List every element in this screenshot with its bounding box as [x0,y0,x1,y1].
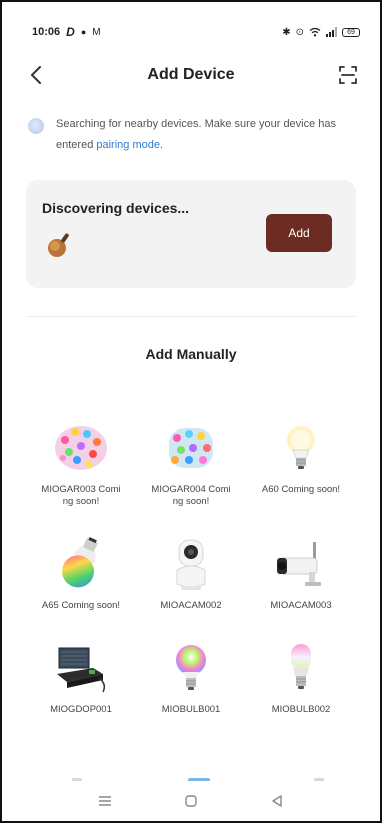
mail-icon: M [92,26,101,38]
indoor-camera-icon [176,539,206,590]
pairing-mode-link[interactable]: pairing mode [96,139,160,151]
back-triangle-icon [272,795,282,807]
string-lights-icon [55,426,107,470]
status-bar: 10:06 D ● M ✱ ⊙ 69 [32,22,360,42]
device-mioacam003[interactable]: MIOACAM003 [246,536,356,612]
bulb-icon [287,426,315,469]
phone-screen: 10:06 D ● M ✱ ⊙ 69 Add Device Searching … [0,0,382,823]
signal-icon [326,27,337,37]
device-label: MIOACAM003 [270,600,332,611]
d-app-icon: D [66,25,75,39]
add-manually-title: Add Manually [145,346,237,362]
divider [26,316,356,317]
wifi-icon [309,27,321,37]
device-miogar003[interactable]: MIOGAR003 Coming soon! [26,420,136,508]
status-left: 10:06 D ● M [32,25,101,39]
device-label: MIOGAR003 Coming soon! [41,484,121,507]
discovering-card: Discovering devices... Add [26,180,356,288]
notice-text: Searching for nearby devices. Make sure … [28,114,356,156]
radar-icon [28,118,44,134]
rgb-bulb-icon [291,644,311,689]
device-a65[interactable]: A65 Coming soon! [26,536,136,612]
recents-button[interactable] [90,786,120,816]
dot-icon: ● [80,27,87,37]
device-label: A60 Coming soon! [261,484,341,495]
menu-icon [99,796,111,806]
device-miogdop001[interactable]: MIOGDOP001 [26,640,136,716]
device-label: MIOBULB001 [161,704,221,715]
device-label: MIOACAM002 [160,600,222,611]
device-mioacam002[interactable]: MIOACAM002 [136,536,246,612]
chevron-left-icon [31,66,41,84]
device-miobulb001[interactable]: MIOBULB001 [136,640,246,716]
rgb-bulb-icon [176,645,206,690]
back-nav-button[interactable] [262,786,292,816]
outdoor-camera-icon [277,542,321,586]
notice-suffix: . [159,139,164,151]
device-label: MIOGDOP001 [50,704,112,715]
status-time: 10:06 [32,26,61,38]
scan-button[interactable] [336,61,360,89]
device-label: MIOGAR004 Coming soon! [151,484,231,507]
device-label: A65 Coming soon! [41,600,121,611]
device-a60[interactable]: A60 Coming soon! [246,420,356,508]
system-nav-bar [2,781,380,821]
back-button[interactable] [26,61,46,89]
string-lights-icon [169,428,213,468]
device-grid: MIOGAR003 Coming soon! MIOGAR004 Coming … [26,420,356,716]
search-notice: Searching for nearby devices. Make sure … [28,114,356,156]
rgb-bulb-icon [62,537,98,588]
garage-controller-icon [57,647,106,693]
page-title: Add Device [147,66,235,83]
status-right: ✱ ⊙ 69 [282,27,360,38]
add-button[interactable]: Add [266,214,332,252]
home-icon [185,795,197,807]
battery-icon: 69 [342,27,360,37]
device-miobulb002[interactable]: MIOBULB002 [246,640,356,716]
bluetooth-icon: ✱ [282,26,291,38]
discovering-title: Discovering devices... [42,200,190,216]
device-label: MIOBULB002 [271,704,331,715]
home-button[interactable] [176,786,206,816]
scan-icon [339,66,357,84]
discovered-device-icon [48,233,69,257]
device-miogar004[interactable]: MIOGAR004 Coming soon! [136,420,246,508]
header: Add Device [2,57,380,93]
location-icon: ⊙ [295,26,304,38]
